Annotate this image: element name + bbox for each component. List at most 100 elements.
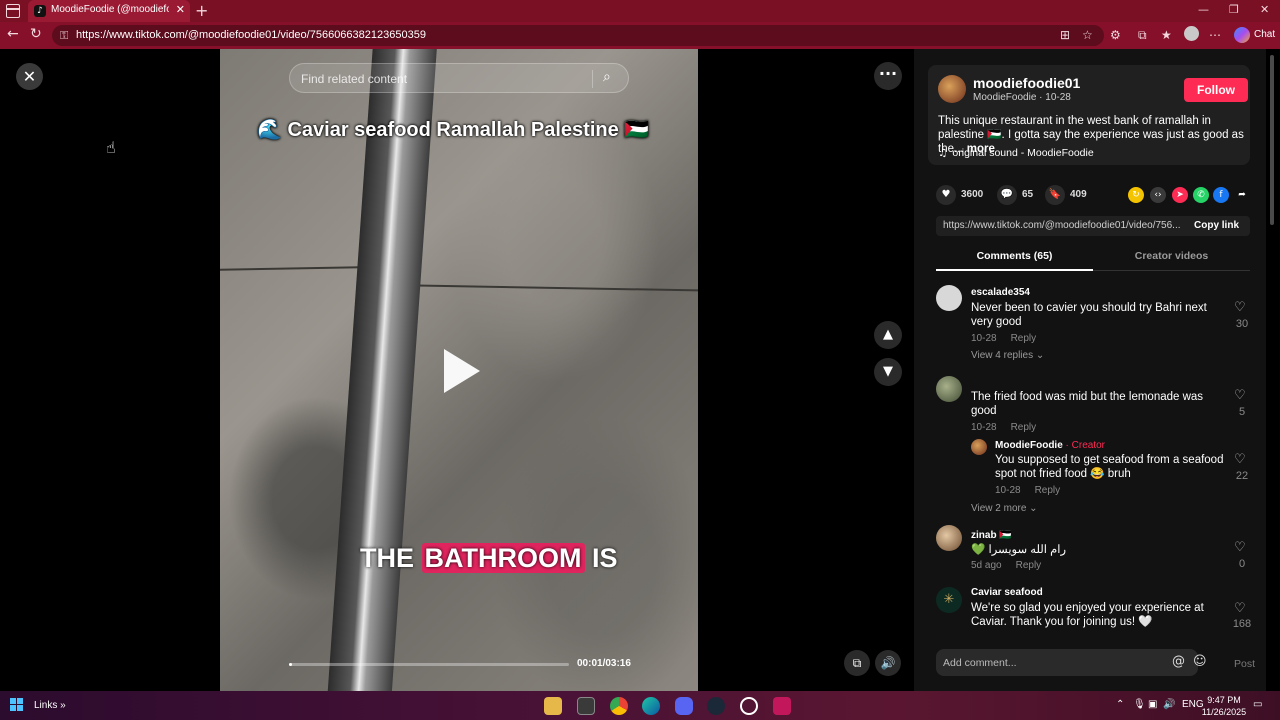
next-video-icon[interactable]: ▼ [874, 358, 902, 386]
app-icon[interactable] [740, 697, 758, 715]
mention-icon[interactable]: @ [1172, 654, 1185, 669]
comment-username[interactable]: MoodieFoodie · Creator [995, 440, 1105, 451]
heart-icon[interactable]: ♡ [1234, 601, 1246, 616]
favorite-star-icon[interactable]: ☆ [1082, 28, 1093, 42]
browser-menu-icon[interactable]: ⋯ [1209, 28, 1221, 42]
window-close-icon[interactable]: ✕ [1260, 3, 1269, 16]
site-info-icon[interactable]: ⚿ [60, 29, 68, 43]
copilot-chat-button[interactable]: Chat [1232, 26, 1278, 45]
microphone-icon[interactable]: 🎙 [1133, 699, 1146, 710]
copy-link-button[interactable]: Copy link [1194, 220, 1239, 231]
tab-close-icon[interactable]: ✕ [176, 3, 185, 16]
add-comment-input[interactable]: Add comment... @ ☺ [936, 649, 1207, 676]
address-bar[interactable]: ⚿ https://www.tiktok.com/@moodiefoodie01… [52, 25, 1104, 46]
follow-button[interactable]: Follow [1184, 78, 1248, 102]
find-related-search[interactable]: Find related content ⌕ [289, 63, 629, 93]
play-icon[interactable] [444, 349, 480, 393]
reply-button[interactable]: Reply [1016, 560, 1042, 571]
view-replies-label: View 4 replies [971, 350, 1034, 361]
video-player[interactable]: Find related content ⌕ 🌊 Caviar seafood … [220, 49, 698, 691]
avatar[interactable] [936, 525, 962, 551]
list-item: escalade354 Never been to cavier you sho… [914, 281, 1266, 369]
post-button[interactable]: Post [1234, 658, 1255, 670]
heart-icon[interactable]: ♡ [1234, 388, 1246, 403]
previous-video-icon[interactable]: ▲ [874, 321, 902, 349]
back-icon[interactable]: ← [7, 26, 19, 42]
avatar[interactable] [936, 376, 962, 402]
creator-name: MoodieFoodie [995, 440, 1063, 451]
repost-icon[interactable]: ↻ [1128, 187, 1144, 203]
emoji-icon[interactable]: ☺ [1193, 654, 1207, 669]
music-note-icon: ♫ [938, 147, 948, 159]
comment-like-count: 5 [1238, 406, 1246, 418]
whatsapp-icon[interactable]: ✆ [1193, 187, 1209, 203]
share-arrow-icon[interactable]: ➦ [1234, 187, 1250, 203]
speaker-icon[interactable]: 🔊 [1163, 699, 1175, 710]
split-screen-icon[interactable]: ⧉ [1138, 28, 1147, 43]
close-video-button[interactable]: ✕ [16, 63, 43, 90]
notifications-icon[interactable]: ▭ [1253, 699, 1262, 710]
favorites-icon[interactable]: ★ [1161, 28, 1172, 42]
network-icon[interactable]: ▣ [1148, 699, 1157, 710]
avatar[interactable] [971, 439, 987, 455]
view-replies-button[interactable]: View 2 more ⌄ [971, 503, 1038, 514]
video-caption: THE BATHROOM IS [360, 543, 618, 574]
caption-text: IS [584, 543, 618, 573]
reply-button[interactable]: Reply [1011, 422, 1037, 433]
profile-avatar[interactable] [1184, 26, 1199, 41]
heart-icon[interactable]: ♡ [1234, 300, 1246, 315]
reply-button[interactable]: Reply [1035, 485, 1061, 496]
file-explorer-icon[interactable] [544, 697, 562, 715]
comment-username[interactable]: escalade354 [971, 287, 1030, 298]
edge-icon[interactable] [642, 697, 660, 715]
extensions-icon[interactable]: ⚙ [1110, 28, 1121, 42]
chrome-icon[interactable] [610, 697, 628, 715]
steam-icon[interactable] [707, 697, 725, 715]
share-link-url[interactable]: https://www.tiktok.com/@moodiefoodie01/v… [943, 220, 1183, 231]
tab-creator-videos[interactable]: Creator videos [1093, 250, 1250, 262]
reply-button[interactable]: Reply [1011, 333, 1037, 344]
video-progress-bar[interactable] [289, 663, 569, 666]
refresh-icon[interactable]: ↻ [30, 26, 42, 42]
view-replies-button[interactable]: View 4 replies ⌄ [971, 350, 1044, 361]
browser-tab[interactable]: ♪ MoodieFoodie (@moodiefoodie01) ✕ [28, 0, 190, 22]
discord-icon[interactable] [675, 697, 693, 715]
tab-title: MoodieFoodie (@moodiefoodie01) [51, 4, 169, 15]
calculator-icon[interactable] [577, 697, 595, 715]
minimize-icon[interactable]: — [1198, 3, 1209, 16]
facebook-icon[interactable]: f [1213, 187, 1229, 203]
save-count: 409 [1070, 189, 1087, 200]
comment-like-count: 30 [1235, 318, 1249, 330]
window-menu-icon[interactable] [6, 4, 20, 18]
taskbar-links-toolbar[interactable]: Links » [34, 700, 66, 711]
comment-meta: 5d ago Reply [971, 560, 1041, 571]
page-scrollbar[interactable] [1270, 55, 1274, 225]
list-item: zinab 🇵🇸 💚 رام الله سويسرا 5d ago Reply ♡… [914, 525, 1266, 577]
windows-start-icon[interactable] [10, 698, 23, 711]
author-username[interactable]: moodiefoodie01 [973, 75, 1080, 91]
heart-icon[interactable]: ♡ [1234, 540, 1246, 555]
comment-username[interactable]: Caviar seafood [971, 587, 1043, 598]
author-avatar[interactable] [938, 75, 966, 103]
more-options-icon[interactable]: ··· [874, 62, 902, 90]
caviar-logo-icon[interactable]: ✳ [936, 587, 962, 613]
comment-date: 10-28 [971, 422, 997, 433]
app-available-icon[interactable]: ⊞ [1060, 28, 1070, 42]
new-tab-icon[interactable]: + [195, 1, 208, 20]
taskbar-clock[interactable]: 9:47 PM 11/26/2025 [1200, 694, 1248, 718]
sound-link[interactable]: ♫ original sound - MoodieFoodie [938, 147, 1094, 159]
embed-icon[interactable]: ‹› [1150, 187, 1166, 203]
app-icon[interactable] [773, 697, 791, 715]
search-icon[interactable]: ⌕ [603, 69, 611, 85]
avatar[interactable] [936, 285, 962, 311]
volume-icon[interactable]: 🔊 [875, 650, 901, 676]
tab-comments[interactable]: Comments (65) [936, 250, 1093, 262]
tray-chevron-icon[interactable]: ⌃ [1116, 699, 1124, 710]
send-to-friends-icon[interactable]: ➤ [1172, 187, 1188, 203]
floating-player-icon[interactable]: ⧉ [844, 650, 870, 676]
comment-username[interactable]: zinab 🇵🇸 [971, 530, 1012, 541]
comment-meta: 10-28 Reply [971, 422, 1036, 433]
restore-icon[interactable]: ❐ [1229, 3, 1239, 16]
view-replies-label: View 2 more [971, 503, 1027, 514]
heart-icon[interactable]: ♡ [1234, 452, 1246, 467]
